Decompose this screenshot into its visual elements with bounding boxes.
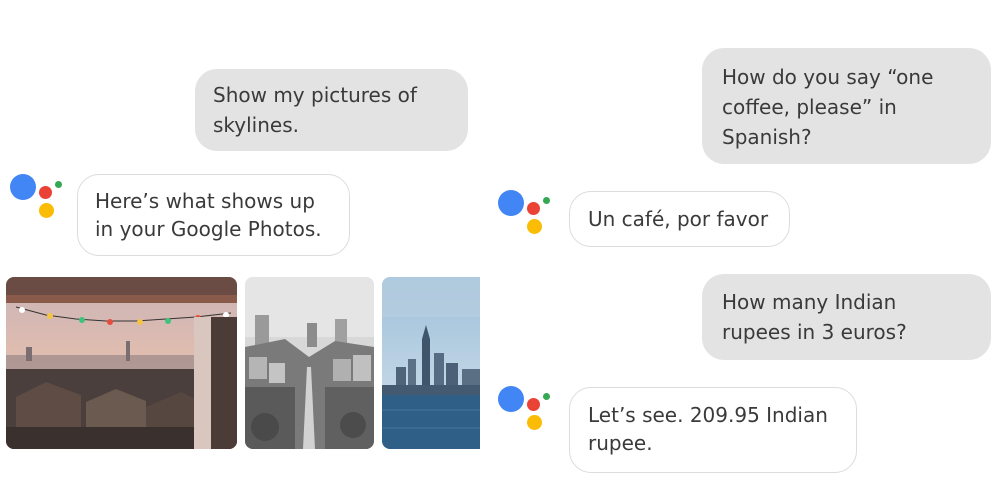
user-message-text: How do you say “one coffee, please” in S… <box>722 65 934 149</box>
user-message-bubble: Show my pictures of skylines. <box>195 69 468 151</box>
assistant-logo-icon <box>496 384 556 444</box>
user-message-bubble: How many Indian rupees in 3 euros? <box>702 274 991 360</box>
assistant-message-bubble: Un café, por favor <box>569 191 790 247</box>
photo-thumbnail-skyline-sunset[interactable] <box>6 277 237 449</box>
user-message-bubble: How do you say “one coffee, please” in S… <box>702 48 991 164</box>
user-message-text: How many Indian rupees in 3 euros? <box>722 290 907 344</box>
assistant-message-text: Un café, por favor <box>588 207 769 231</box>
assistant-logo-icon <box>8 172 68 232</box>
assistant-message-bubble: Let’s see. 209.95 Indian rupee. <box>569 387 857 473</box>
assistant-message-text: Here’s what shows up in your Google Phot… <box>95 189 322 241</box>
user-message-text: Show my pictures of skylines. <box>213 83 417 137</box>
photo-thumbnail-bay-skyline[interactable] <box>382 277 480 449</box>
assistant-message-text: Let’s see. 209.95 Indian rupee. <box>588 403 828 455</box>
photo-thumbnail-hilly-street[interactable] <box>245 277 374 449</box>
assistant-logo-icon <box>496 188 556 248</box>
assistant-message-bubble: Here’s what shows up in your Google Phot… <box>77 174 350 256</box>
